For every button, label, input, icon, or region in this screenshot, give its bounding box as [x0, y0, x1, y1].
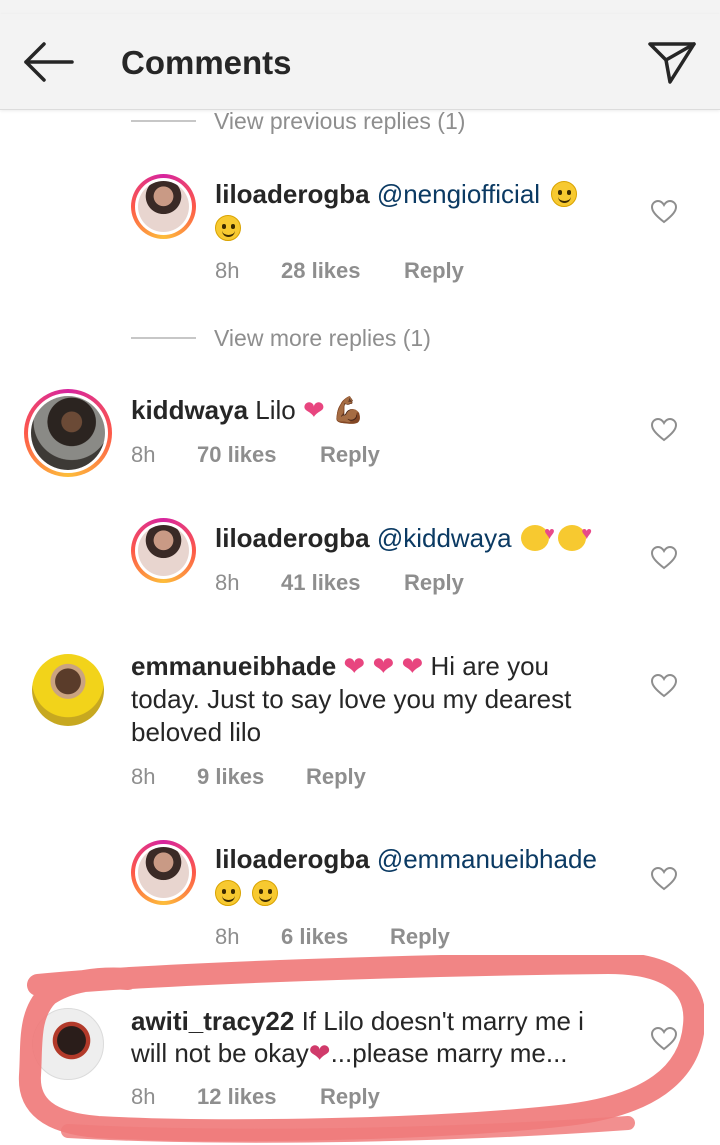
comment-username[interactable]: liloaderogba — [215, 844, 370, 874]
header-bar: Comments — [0, 14, 720, 110]
thread-divider-line — [131, 120, 196, 122]
comment-likes[interactable]: 6 likes — [281, 924, 348, 950]
comment-body-line2: today. Just to say love you my dearest — [131, 684, 572, 714]
avatar — [138, 525, 189, 576]
comment-username[interactable]: awiti_tracy22 — [131, 1006, 294, 1036]
status-bar — [0, 0, 720, 14]
mention-link[interactable]: @nengiofficial — [377, 179, 540, 209]
heart-emoji-icon: ❤ — [308, 1038, 331, 1068]
avatar-story-ring[interactable] — [131, 518, 196, 583]
comment-body-line2: will not be okay❤...please marry me... — [131, 1037, 568, 1070]
avatar[interactable] — [32, 1008, 104, 1080]
avatar-story-ring[interactable] — [131, 174, 196, 239]
comment-username[interactable]: liloaderogba — [215, 179, 370, 209]
comment-body: Hi are you — [430, 651, 550, 681]
mention-link[interactable]: @kiddwaya — [377, 523, 512, 553]
smile-emoji-icon — [215, 880, 241, 906]
view-previous-replies-link[interactable]: View previous replies (1) — [214, 108, 465, 135]
comment-text: awiti_tracy22 If Lilo doesn't marry me i — [131, 1005, 584, 1038]
comment-username[interactable]: emmanueibhade — [131, 651, 336, 681]
like-heart-icon[interactable] — [651, 546, 677, 570]
comment-body-line3: beloved lilo — [131, 717, 262, 747]
like-heart-icon[interactable] — [651, 867, 677, 891]
avatar — [138, 847, 189, 898]
comment-likes[interactable]: 70 likes — [197, 442, 277, 468]
comment-text: liloaderogba @emmanueibhade — [215, 843, 597, 876]
smile-emoji-icon — [215, 215, 241, 241]
comment-time: 8h — [215, 924, 240, 949]
comment-body: Lilo — [255, 395, 296, 425]
comment-text-line2 — [211, 877, 279, 910]
avatar[interactable] — [32, 654, 104, 726]
arrow-left-icon — [24, 42, 74, 82]
comment-body-part: will not be okay — [131, 1038, 309, 1068]
comment-likes[interactable]: 9 likes — [197, 764, 264, 790]
smile-emoji-icon — [252, 880, 279, 906]
comment-likes[interactable]: 28 likes — [281, 258, 361, 284]
comment-body-part: ...please marry me... — [330, 1038, 568, 1068]
heart-emoji-icon: ❤ — [343, 651, 366, 681]
heart-emoji-icon: ❤ — [372, 651, 395, 681]
reply-button[interactable]: Reply — [320, 1084, 380, 1110]
view-more-replies-link[interactable]: View more replies (1) — [214, 325, 431, 352]
comment-text: kiddwaya Lilo ❤ 💪🏾 — [131, 394, 364, 427]
comment-username[interactable]: liloaderogba — [215, 523, 370, 553]
comment-likes[interactable]: 41 likes — [281, 570, 361, 596]
reply-button[interactable]: Reply — [320, 442, 380, 468]
mention-link[interactable]: @emmanueibhade — [377, 844, 597, 874]
page-title: Comments — [121, 44, 292, 81]
like-heart-icon[interactable] — [651, 674, 677, 698]
reply-button[interactable]: Reply — [390, 924, 450, 950]
reply-button[interactable]: Reply — [404, 258, 464, 284]
heart-emoji-icon: ❤ — [303, 395, 325, 425]
reply-button[interactable]: Reply — [404, 570, 464, 596]
like-heart-icon[interactable] — [651, 1027, 677, 1051]
reply-button[interactable]: Reply — [306, 764, 366, 790]
comment-time: 8h — [215, 258, 240, 283]
like-heart-icon[interactable] — [651, 200, 677, 224]
avatar-story-ring[interactable] — [24, 389, 112, 477]
flexed-biceps-emoji-icon: 💪🏾 — [332, 395, 365, 425]
kissing-heart-emoji-icon — [558, 517, 592, 551]
comment-likes[interactable]: 12 likes — [197, 1084, 277, 1110]
comment-text: emmanueibhade ❤ ❤ ❤ Hi are you — [131, 650, 549, 683]
comment-time: 8h — [131, 442, 156, 467]
thread-divider-line — [131, 337, 196, 339]
kissing-heart-emoji-icon — [520, 517, 555, 551]
comment-text: liloaderogba @nengiofficial — [215, 178, 578, 211]
comment-text-line2 — [211, 212, 241, 245]
comment-time: 8h — [131, 1084, 156, 1109]
comment-text: liloaderogba @kiddwaya — [215, 517, 592, 555]
comment-time: 8h — [215, 570, 240, 595]
avatar-story-ring[interactable] — [131, 840, 196, 905]
back-button[interactable] — [18, 40, 78, 84]
smile-emoji-icon — [551, 181, 578, 207]
comment-username[interactable]: kiddwaya — [131, 395, 248, 425]
comment-time: 8h — [131, 764, 156, 789]
comment-body: If Lilo doesn't marry me i — [301, 1006, 584, 1036]
heart-emoji-icon: ❤ — [401, 651, 424, 681]
avatar — [31, 396, 105, 470]
paper-plane-icon — [648, 42, 696, 84]
like-heart-icon[interactable] — [651, 418, 677, 442]
avatar — [138, 181, 189, 232]
direct-message-button[interactable] — [644, 38, 700, 86]
